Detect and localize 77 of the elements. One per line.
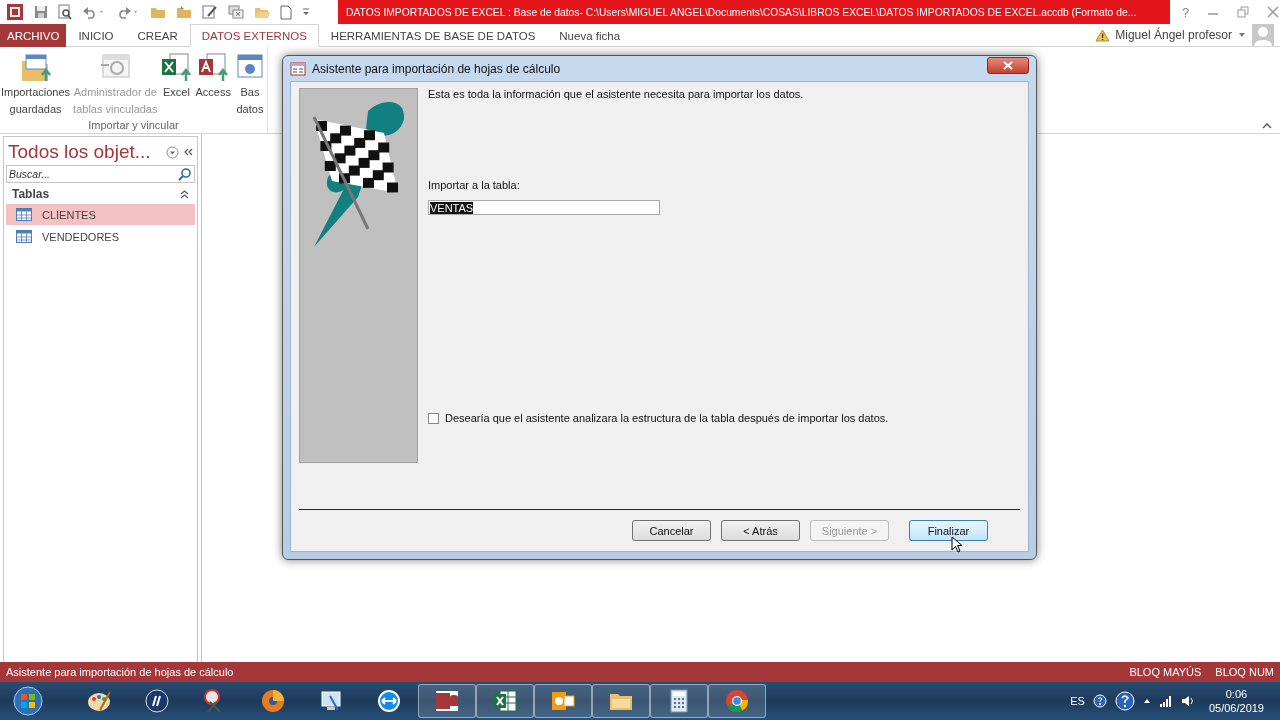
account-name[interactable]: Miguel Ángel profesor [1115, 28, 1232, 42]
checkbox-label[interactable]: Desearía que el asistente analizara la estructura de la tabla después de importar los datos. [445, 412, 889, 424]
signal-icon[interactable] [1158, 695, 1173, 707]
table-name-field[interactable]: VENTAS [428, 200, 660, 215]
dialog-button[interactable]: Finalizar [909, 520, 988, 541]
close-button[interactable] [987, 57, 1029, 74]
checkbox[interactable] [428, 412, 439, 424]
search-field[interactable]: Buscar... [6, 165, 195, 183]
status-indicator: BLOQ NUM [1215, 666, 1274, 678]
field-label: Importar a la tabla: [428, 179, 521, 191]
volume-icon[interactable] [1180, 695, 1195, 707]
ribbon-tab[interactable]: DATOS EXTERNOS [189, 24, 319, 47]
instruction-text: Esta es toda la información que el asistente necesita para importar los datos. [428, 88, 805, 100]
caret-icon[interactable] [1237, 31, 1247, 39]
folder-table-icon[interactable] [19, 51, 52, 83]
help-button[interactable]: ? [1182, 4, 1190, 20]
spreadsheet-import-icon[interactable] [160, 51, 193, 83]
customize-caret-icon[interactable] [302, 7, 310, 17]
new-document-icon[interactable] [280, 4, 292, 20]
ribbon-button-label[interactable]: Access [195, 85, 231, 100]
nav-group-header[interactable]: Tablas [12, 187, 50, 201]
taskbar-button[interactable] [418, 684, 476, 718]
remote-arrows-icon [376, 688, 402, 714]
dialog-button[interactable]: < Atrás [721, 520, 800, 541]
warning-icon [1095, 28, 1111, 42]
edit-form-icon[interactable] [202, 4, 218, 20]
nav-pane-title[interactable]: Todos los objet... [8, 141, 162, 163]
nav-item[interactable]: VENDEDORES [6, 226, 195, 247]
ribbon-tab[interactable]: Nueva ficha [547, 24, 633, 47]
database-import-icon[interactable] [197, 51, 230, 83]
taskbar-button[interactable] [476, 684, 534, 718]
ribbon-group-label: Importar y vincular [88, 119, 179, 133]
nav-item-label: CLIENTES [42, 208, 96, 221]
dialog-title: Asistente para importación de hojas de cálculo [312, 61, 562, 76]
window-close-icon[interactable] [228, 5, 244, 19]
save-icon[interactable] [34, 5, 48, 19]
table-icon [16, 208, 32, 221]
close-icon [1003, 61, 1013, 70]
help-circle-icon[interactable] [1092, 694, 1107, 708]
window-title: DATOS IMPORTADOS DE EXCEL : Base de datos- C:\Users\MIGUEL ANGEL\Documents\COSAS\LIBROS EXCEL\DATOS IMPORTADOS DE EXCEL.accdb (Formato de... [338, 0, 1170, 24]
taskbar-button[interactable] [650, 684, 708, 718]
clock-date[interactable]: 05/06/2019 [1208, 701, 1264, 715]
ribbon-button-label[interactable]: Excel [163, 85, 190, 100]
status-text: Asistente para importación de hojas de cálculo [6, 666, 235, 678]
collapse-pane-icon[interactable] [183, 147, 193, 157]
ribbon-button-label[interactable]: guardadas [9, 102, 62, 117]
wizard-window-icon [290, 61, 306, 76]
tray-expand-icon[interactable] [1142, 697, 1151, 705]
close-icon[interactable] [1267, 6, 1280, 18]
media-disc-icon [260, 688, 286, 714]
nav-item[interactable]: CLIENTES [6, 204, 195, 225]
ribbon-button-label[interactable]: datos [236, 102, 264, 117]
language-indicator[interactable]: ES [1070, 695, 1085, 707]
collapse-ribbon-icon[interactable] [1262, 122, 1272, 130]
collapse-group-icon[interactable] [180, 189, 189, 199]
table-icon [16, 230, 32, 243]
ribbon-tab[interactable]: INICIO [66, 24, 126, 47]
ribbon-tab[interactable]: HERRAMIENTAS DE BASE DE DATOS [318, 24, 548, 47]
status-indicator: BLOQ MAYÚS [1129, 666, 1202, 678]
round-logo-icon [144, 688, 170, 714]
spreadsheet-app-icon [492, 688, 518, 714]
taskbar-button[interactable] [534, 684, 592, 718]
help-large-icon[interactable] [1114, 691, 1135, 711]
ribbon-tab[interactable]: CREAR [125, 24, 190, 47]
undo-icon[interactable] [82, 5, 106, 19]
nav-item-label: VENDEDORES [42, 230, 120, 243]
mouse-pointer-icon [951, 536, 965, 554]
print-preview-icon[interactable] [58, 4, 72, 20]
browser-icon [724, 688, 750, 714]
dialog-button[interactable]: Cancelar [632, 520, 711, 541]
ribbon-button-label[interactable]: Importaciones [1, 85, 71, 100]
start-button-icon[interactable] [13, 686, 43, 716]
taskbar-button[interactable] [592, 684, 650, 718]
file-tab[interactable]: ARCHIVO [0, 24, 67, 47]
clock-time[interactable]: 0:06 [1225, 687, 1248, 701]
redo-icon[interactable] [116, 5, 140, 19]
ribbon-button-label[interactable]: Bas [240, 85, 260, 100]
